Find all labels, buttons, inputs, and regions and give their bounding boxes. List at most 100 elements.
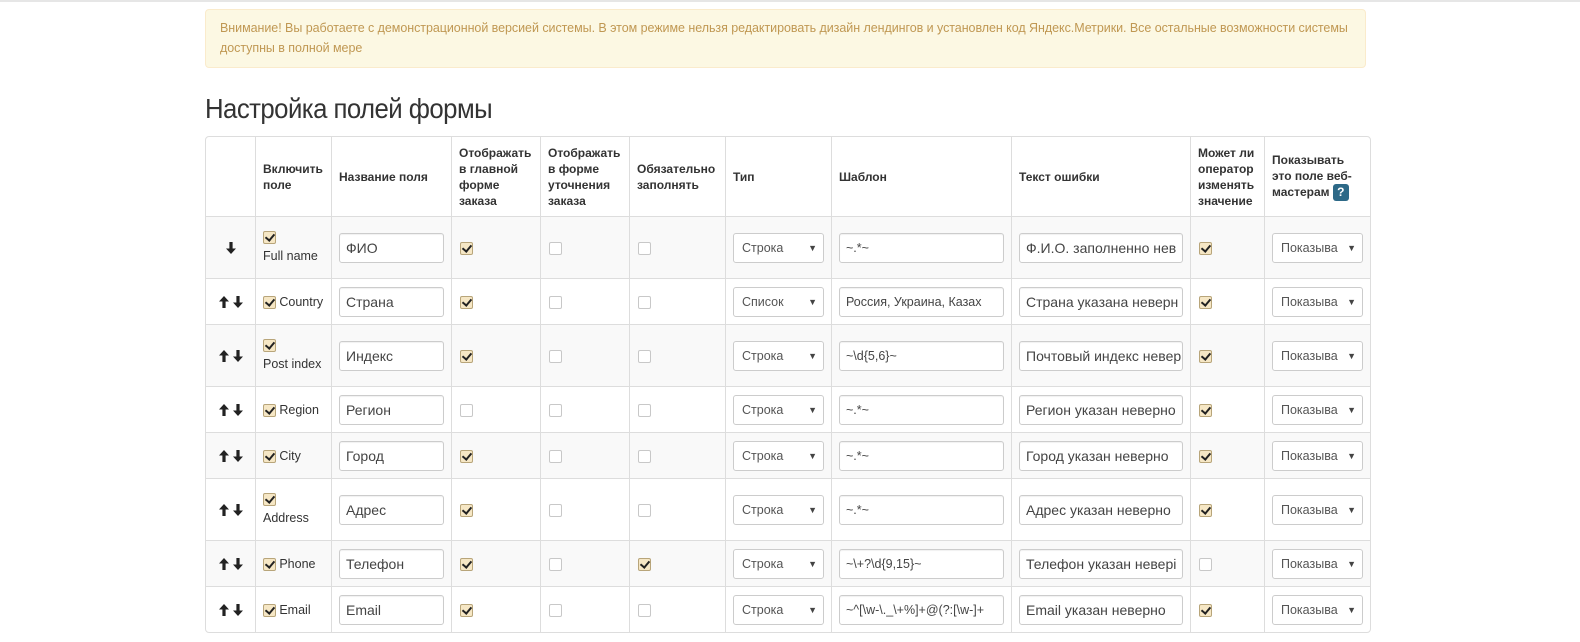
field-name-input[interactable]: Телефон: [339, 548, 444, 579]
field-name-input[interactable]: Email: [339, 594, 444, 625]
field-name-input[interactable]: Город: [339, 440, 444, 471]
enable-checkbox[interactable]: [263, 492, 276, 506]
clarify-form-checkbox[interactable]: [549, 503, 562, 517]
type-select[interactable]: Строка ▼: [733, 594, 824, 625]
clarify-form-checkbox[interactable]: [549, 349, 562, 363]
template-input[interactable]: ~\+?\d{9,15}~: [839, 548, 1004, 579]
required-checkbox[interactable]: [638, 449, 651, 463]
help-icon[interactable]: ?: [1332, 184, 1349, 202]
arrow-up-icon[interactable]: [218, 604, 229, 617]
field-name-input[interactable]: ФИО: [339, 232, 444, 263]
chevron-down-icon: ▼: [1347, 350, 1356, 361]
field-name-input[interactable]: Страна: [339, 286, 444, 317]
arrow-up-icon[interactable]: [218, 504, 229, 517]
enable-checkbox[interactable]: [263, 603, 276, 617]
main-form-checkbox[interactable]: [460, 449, 473, 463]
operator-edit-checkbox[interactable]: [1199, 241, 1212, 255]
field-name-input[interactable]: Регион: [339, 394, 444, 425]
chevron-down-icon: ▼: [808, 450, 817, 461]
operator-edit-checkbox[interactable]: [1199, 449, 1212, 463]
name-cell: Телефон: [331, 540, 451, 586]
error-text-input[interactable]: Страна указана неверн: [1019, 286, 1183, 317]
enable-checkbox[interactable]: [263, 295, 276, 309]
arrow-down-icon[interactable]: [232, 296, 243, 309]
main-form-checkbox[interactable]: [460, 403, 473, 417]
arrow-down-icon[interactable]: [232, 350, 243, 363]
type-select[interactable]: Строка ▼: [733, 440, 824, 471]
arrow-up-icon[interactable]: [218, 350, 229, 363]
enable-checkbox[interactable]: [263, 449, 276, 463]
arrow-down-icon[interactable]: [232, 404, 243, 417]
webmaster-show-select[interactable]: Показыва ▼: [1272, 494, 1363, 525]
field-name-input[interactable]: Индекс: [339, 340, 444, 371]
main-form-checkbox[interactable]: [460, 503, 473, 517]
arrow-down-icon[interactable]: [232, 604, 243, 617]
required-checkbox[interactable]: [638, 349, 651, 363]
type-select[interactable]: Строка ▼: [733, 394, 824, 425]
operator-edit-checkbox[interactable]: [1199, 349, 1212, 363]
operator-edit-checkbox[interactable]: [1199, 403, 1212, 417]
arrow-down-icon[interactable]: [232, 504, 243, 517]
webmaster-show-select[interactable]: Показыва ▼: [1272, 594, 1363, 625]
type-select[interactable]: Список ▼: [733, 286, 824, 317]
field-name-input[interactable]: Адрес: [339, 494, 444, 525]
template-input[interactable]: ~^[\w-\._\+%]+@(?:[\w-]+: [839, 594, 1004, 625]
template-input[interactable]: ~.*~: [839, 232, 1004, 263]
arrow-up-icon[interactable]: [218, 296, 229, 309]
main-form-checkbox[interactable]: [460, 241, 473, 255]
webmaster-show-select[interactable]: Показыва ▼: [1272, 340, 1363, 371]
arrow-up-icon[interactable]: [218, 558, 229, 571]
main-form-checkbox[interactable]: [460, 295, 473, 309]
enable-checkbox[interactable]: [263, 557, 276, 571]
enable-checkbox[interactable]: [263, 338, 276, 352]
error-text-input[interactable]: Телефон указан невері: [1019, 548, 1183, 579]
enable-checkbox[interactable]: [263, 403, 276, 417]
error-text-input[interactable]: Email указан неверно: [1019, 594, 1183, 625]
error-text-input[interactable]: Ф.И.О. заполненно нев: [1019, 232, 1183, 263]
error-text-input[interactable]: Адрес указан неверно: [1019, 494, 1183, 525]
clarify-form-cell: [540, 324, 629, 386]
webmaster-show-select[interactable]: Показыва ▼: [1272, 394, 1363, 425]
required-checkbox[interactable]: [638, 603, 651, 617]
template-input[interactable]: ~\d{5,6}~: [839, 340, 1004, 371]
webmaster-show-select[interactable]: Показыва ▼: [1272, 548, 1363, 579]
arrow-up-icon[interactable]: [218, 404, 229, 417]
main-form-checkbox[interactable]: [460, 557, 473, 571]
operator-edit-checkbox[interactable]: [1199, 295, 1212, 309]
clarify-form-checkbox[interactable]: [549, 403, 562, 417]
arrow-down-icon[interactable]: [232, 558, 243, 571]
error-text-input[interactable]: Регион указан неверно: [1019, 394, 1183, 425]
arrow-up-icon[interactable]: [218, 450, 229, 463]
clarify-form-checkbox[interactable]: [549, 295, 562, 309]
clarify-form-checkbox[interactable]: [549, 241, 562, 255]
webmaster-show-select[interactable]: Показыва ▼: [1272, 440, 1363, 471]
type-select[interactable]: Строка ▼: [733, 548, 824, 579]
webmaster-show-select[interactable]: Показыва ▼: [1272, 232, 1363, 263]
type-select[interactable]: Строка ▼: [733, 340, 824, 371]
operator-edit-checkbox[interactable]: [1199, 603, 1212, 617]
required-checkbox[interactable]: [638, 503, 651, 517]
required-checkbox[interactable]: [638, 241, 651, 255]
type-select[interactable]: Строка ▼: [733, 494, 824, 525]
clarify-form-checkbox[interactable]: [549, 603, 562, 617]
error-text-input[interactable]: Почтовый индекс невер: [1019, 340, 1183, 371]
error-text-input[interactable]: Город указан неверно: [1019, 440, 1183, 471]
main-form-checkbox[interactable]: [460, 603, 473, 617]
clarify-form-checkbox[interactable]: [549, 557, 562, 571]
template-input[interactable]: ~.*~: [839, 494, 1004, 525]
arrow-down-icon[interactable]: [225, 242, 236, 255]
required-checkbox[interactable]: [638, 295, 651, 309]
required-checkbox[interactable]: [638, 403, 651, 417]
template-input[interactable]: Россия, Украина, Казах: [839, 286, 1004, 317]
template-input[interactable]: ~.*~: [839, 440, 1004, 471]
enable-checkbox[interactable]: [263, 230, 276, 244]
main-form-checkbox[interactable]: [460, 349, 473, 363]
clarify-form-checkbox[interactable]: [549, 449, 562, 463]
webmaster-show-select[interactable]: Показыва ▼: [1272, 286, 1363, 317]
arrow-down-icon[interactable]: [232, 450, 243, 463]
operator-edit-checkbox[interactable]: [1199, 557, 1212, 571]
template-input[interactable]: ~.*~: [839, 394, 1004, 425]
type-select[interactable]: Строка ▼: [733, 232, 824, 263]
required-checkbox[interactable]: [638, 557, 651, 571]
operator-edit-checkbox[interactable]: [1199, 503, 1212, 517]
